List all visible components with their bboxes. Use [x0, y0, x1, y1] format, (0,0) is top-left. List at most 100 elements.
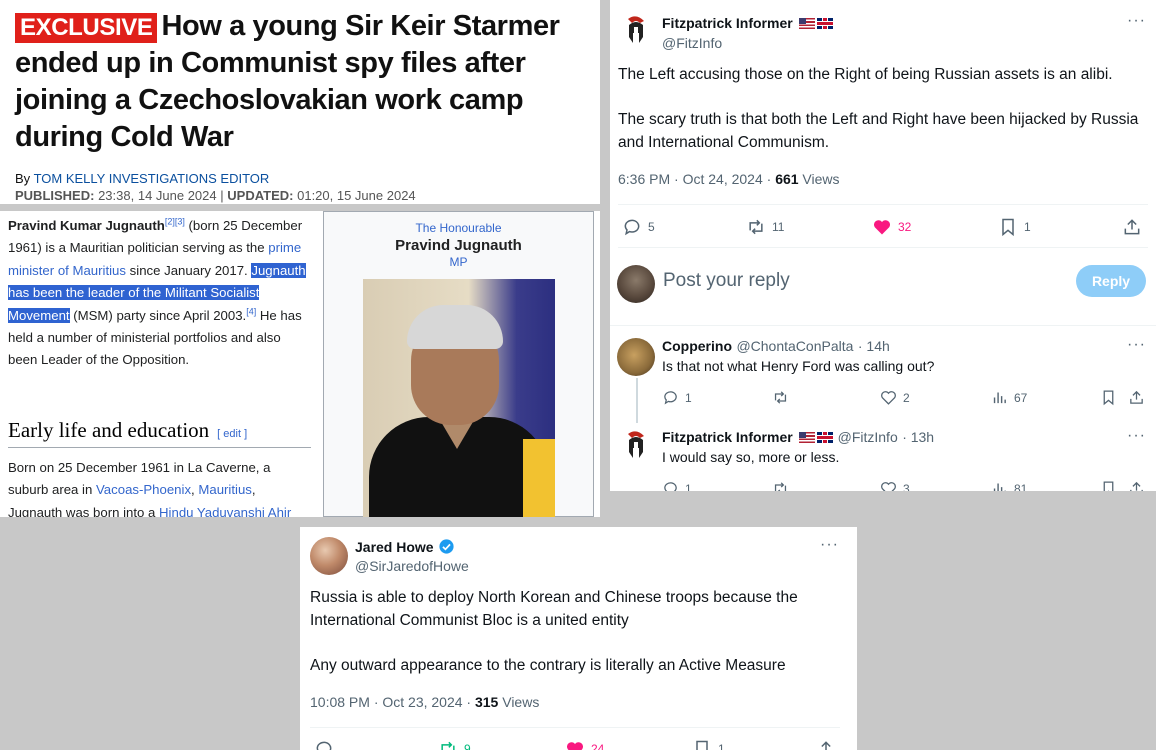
jared-repost-action[interactable]: 9 — [438, 739, 471, 750]
reply1-reply-action[interactable]: 1 — [662, 389, 692, 406]
share-icon — [1130, 390, 1143, 404]
wiki-text-1b: since January 2017. — [126, 262, 252, 278]
reply2-bookmark-action[interactable] — [1100, 480, 1117, 491]
fitz-reply-avatar[interactable] — [620, 430, 652, 462]
divider — [618, 204, 1148, 205]
more-options-icon[interactable]: ··· — [1127, 12, 1146, 30]
wiki-ref-2-3[interactable]: [2][3] — [165, 217, 185, 227]
wikipedia-panel: Pravind Kumar Jugnauth[2][3] (born 25 De… — [0, 211, 600, 517]
reply-count: 5 — [648, 220, 655, 234]
jared-tweet-timestamp[interactable]: 10:08 PM · Oct 23, 2024 · — [310, 694, 475, 710]
link-mauritius[interactable]: Mauritius — [198, 482, 252, 497]
reply1-handle[interactable]: @ChontaConPalta — [736, 338, 853, 354]
reply1-more-icon[interactable]: ··· — [1127, 336, 1146, 354]
reply-button[interactable]: Reply — [1076, 265, 1146, 297]
wiki-subject-name: Pravind Kumar Jugnauth — [8, 218, 165, 233]
edit-section-link[interactable]: [ edit ] — [217, 428, 247, 440]
reply1-time[interactable]: · 14h — [858, 338, 890, 354]
byline-by: By — [15, 171, 31, 186]
jared-bookmark-action[interactable]: 1 — [692, 739, 725, 750]
wiki-ref-4[interactable]: [4] — [246, 306, 256, 316]
portrait-flag — [523, 439, 555, 517]
byline: By TOM KELLY INVESTIGATIONS EDITOR — [15, 170, 586, 187]
repost-action[interactable]: 11 — [746, 217, 784, 237]
thread-line — [636, 378, 638, 423]
published-label: PUBLISHED: — [15, 188, 95, 203]
reply2-name[interactable]: Fitzpatrick Informer — [662, 429, 793, 445]
portrait-photo[interactable] — [363, 279, 555, 517]
reply2-repost-action[interactable] — [772, 480, 789, 491]
reply1-like-action[interactable]: 2 — [880, 389, 910, 406]
verified-badge-icon — [439, 539, 454, 554]
author-info: Fitzpatrick Informer — [662, 15, 834, 33]
updated-label: UPDATED: — [227, 188, 294, 203]
link-hindu-yaduvanshi-ahir[interactable]: Hindu Yaduvanshi Ahir — [159, 505, 291, 517]
wiki-infobox: The Honourable Pravind Jugnauth MP — [323, 211, 594, 517]
bookmark-count: 1 — [1024, 220, 1031, 234]
jared-tweet-text-1: Russia is able to deploy North Korean an… — [310, 589, 798, 629]
jared-tweet-text-2: Any outward appearance to the contrary i… — [310, 657, 786, 674]
reply2-more-icon[interactable]: ··· — [1127, 427, 1146, 445]
spartan-helmet-avatar[interactable] — [620, 15, 652, 47]
reply1-text: Is that not what Henry Ford was calling … — [662, 358, 935, 374]
reply-icon — [664, 391, 677, 405]
jared-like-count: 24 — [591, 742, 605, 750]
reply2-reply-count: 1 — [685, 481, 692, 492]
current-user-avatar[interactable] — [617, 265, 655, 303]
reply1-repost-action[interactable] — [772, 389, 789, 406]
updated-date: 01:20, 15 June 2024 — [297, 188, 416, 203]
jared-bookmark-count: 1 — [718, 742, 725, 750]
reply2-share-action[interactable] — [1128, 480, 1145, 491]
reply1-views-action[interactable]: 67 — [991, 389, 1027, 406]
views-bar-icon — [993, 483, 1006, 491]
reply1-name[interactable]: Copperino — [662, 338, 732, 354]
reply-icon — [624, 219, 640, 236]
share-action[interactable] — [1122, 217, 1142, 237]
repost-icon — [774, 482, 787, 491]
repost-count: 11 — [772, 220, 785, 234]
reply1-bookmark-action[interactable] — [1100, 389, 1117, 406]
bookmark-icon — [1103, 481, 1114, 491]
heart-icon — [881, 482, 896, 491]
us-flag-icon — [799, 432, 816, 443]
reply2-handle[interactable]: @FitzInfo — [838, 429, 898, 445]
share-icon — [821, 741, 831, 750]
jared-name[interactable]: Jared Howe — [355, 539, 434, 555]
reply-action[interactable]: 5 — [622, 217, 655, 237]
jared-reply-action[interactable] — [314, 739, 334, 750]
author-name[interactable]: Fitzpatrick Informer — [662, 15, 793, 31]
uk-flag-icon — [817, 432, 834, 443]
reply2-like-count: 3 — [903, 481, 910, 492]
reply2-reply-action[interactable]: 1 — [662, 480, 692, 491]
reply2-like-action[interactable]: 3 — [880, 480, 910, 491]
divider — [618, 247, 1148, 248]
divider — [310, 727, 840, 728]
jared-avatar[interactable] — [310, 537, 348, 575]
heart-filled-icon — [873, 220, 891, 235]
jared-like-action[interactable]: 24 — [565, 739, 604, 750]
reply-input[interactable]: Post your reply — [663, 270, 790, 292]
bookmark-icon — [696, 740, 708, 750]
reply-icon — [664, 482, 677, 491]
news-article-panel: EXCLUSIVE How a young Sir Keir Starmer en… — [0, 0, 600, 204]
reply2-time[interactable]: · 13h — [902, 429, 934, 445]
jared-share-action[interactable] — [816, 739, 836, 750]
reply1-reply-count: 1 — [685, 390, 692, 405]
bookmark-action[interactable]: 1 — [998, 217, 1031, 237]
jared-author-info: Jared Howe — [355, 538, 455, 557]
us-flag-icon — [799, 18, 816, 29]
tweet-text-1: The Left accusing those on the Right of … — [618, 66, 1113, 83]
tweet-timestamp[interactable]: 6:36 PM · Oct 24, 2024 · — [618, 171, 775, 187]
like-action[interactable]: 32 — [872, 217, 911, 237]
copperino-avatar[interactable] — [617, 338, 655, 376]
heart-filled-icon — [567, 742, 583, 750]
reply2-views-action[interactable]: 81 — [991, 480, 1027, 491]
jared-more-icon[interactable]: ··· — [820, 536, 839, 554]
author-link[interactable]: TOM KELLY INVESTIGATIONS EDITOR — [34, 171, 270, 186]
spartan-helmet-icon — [628, 431, 644, 458]
infobox-post-link[interactable]: MP — [324, 255, 593, 269]
link-vacoas-phoenix[interactable]: Vacoas-Phoenix — [96, 482, 191, 497]
reply1-share-action[interactable] — [1128, 389, 1145, 406]
jared-handle[interactable]: @SirJaredofHowe — [355, 558, 469, 574]
author-handle[interactable]: @FitzInfo — [662, 35, 722, 51]
